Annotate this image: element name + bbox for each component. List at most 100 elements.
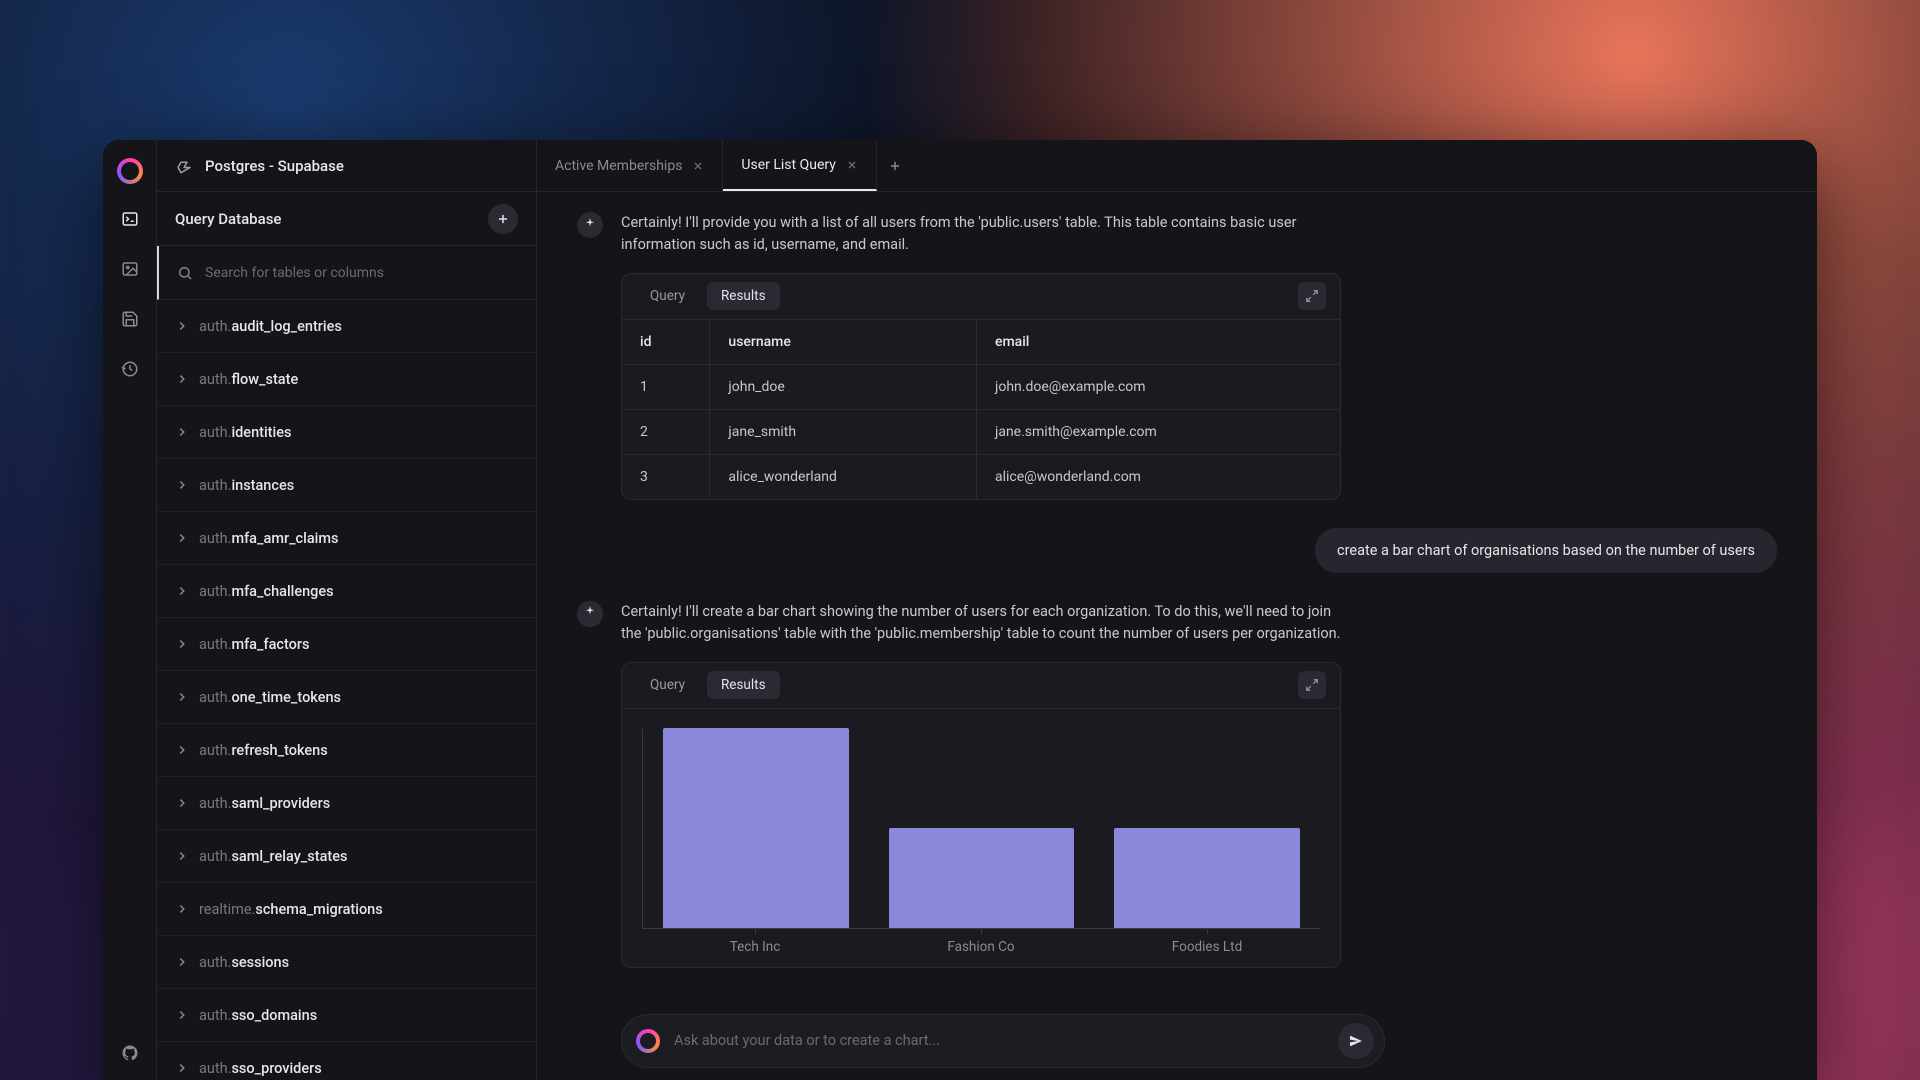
table-name: saml_relay_states (231, 848, 347, 865)
editor-tab[interactable]: Active Memberships (537, 140, 723, 191)
table-name: identities (231, 424, 291, 441)
expand-button[interactable] (1298, 671, 1326, 699)
editor-tab[interactable]: User List Query (723, 140, 876, 191)
card-tab-query[interactable]: Query (636, 671, 699, 699)
search-row (157, 246, 536, 300)
schema-prefix: realtime. (199, 901, 255, 918)
chart-label: Fashion Co (888, 939, 1074, 955)
section-header: Query Database (157, 192, 536, 246)
schema-prefix: auth. (199, 1060, 231, 1077)
table-name: instances (231, 477, 294, 494)
bar-chart: Tech IncFashion CoFoodies Ltd (622, 709, 1340, 967)
assistant-message: Certainly! I'll provide you with a list … (537, 212, 1817, 528)
table-cell: john.doe@example.com (976, 364, 1340, 409)
terminal-icon[interactable] (115, 204, 145, 234)
assistant-message: Certainly! I'll create a bar chart showi… (537, 601, 1817, 996)
user-message: create a bar chart of organisations base… (1315, 528, 1777, 573)
chart-bar (889, 828, 1075, 928)
chevron-right-icon (175, 478, 189, 492)
history-icon[interactable] (115, 354, 145, 384)
schema-prefix: auth. (199, 371, 231, 388)
schema-prefix: auth. (199, 530, 231, 547)
sidebar: Postgres - Supabase Query Database auth.… (157, 140, 537, 1080)
sparkle-icon (583, 604, 597, 623)
tree-item[interactable]: auth.one_time_tokens (157, 671, 536, 724)
schema-prefix: auth. (199, 583, 231, 600)
tree-item[interactable]: auth.mfa_factors (157, 618, 536, 671)
table-name: sso_providers (231, 1060, 321, 1077)
results-table: idusernameemail1john_doejohn.doe@example… (622, 320, 1340, 499)
table-cell: alice_wonderland (710, 454, 977, 499)
tree-item[interactable]: realtime.schema_migrations (157, 883, 536, 936)
database-icon (175, 157, 193, 175)
chevron-right-icon (175, 372, 189, 386)
table-name: sso_domains (231, 1007, 317, 1024)
card-tab-query[interactable]: Query (636, 282, 699, 310)
schema-prefix: auth. (199, 689, 231, 706)
chevron-right-icon (175, 531, 189, 545)
prompt-box (621, 1014, 1385, 1068)
table-cell: john_doe (710, 364, 977, 409)
table-header: username (710, 320, 977, 365)
card-tab-bar: Query Results (622, 274, 1340, 320)
connection-name: Postgres - Supabase (205, 157, 344, 175)
assistant-text: Certainly! I'll create a bar chart showi… (621, 601, 1341, 646)
tree-item[interactable]: auth.mfa_challenges (157, 565, 536, 618)
table-name: mfa_factors (231, 636, 309, 653)
new-query-button[interactable] (488, 204, 518, 234)
expand-button[interactable] (1298, 282, 1326, 310)
tree-item[interactable]: auth.identities (157, 406, 536, 459)
table-cell: 2 (622, 409, 710, 454)
tree-item[interactable]: auth.instances (157, 459, 536, 512)
tree-item[interactable]: auth.sso_providers (157, 1042, 536, 1080)
tree-item[interactable]: auth.refresh_tokens (157, 724, 536, 777)
new-tab-button[interactable] (877, 140, 913, 191)
chevron-right-icon (175, 1061, 189, 1075)
table-name: schema_migrations (255, 901, 382, 918)
app-logo-icon (117, 158, 143, 184)
schema-prefix: auth. (199, 954, 231, 971)
table-header: id (622, 320, 710, 365)
card-tab-results[interactable]: Results (707, 671, 780, 699)
card-tab-bar: Query Results (622, 663, 1340, 709)
close-icon[interactable] (692, 160, 704, 172)
user-message-row: create a bar chart of organisations base… (537, 528, 1817, 601)
prompt-row (537, 996, 1817, 1068)
table-name: one_time_tokens (231, 689, 341, 706)
card-tab-results[interactable]: Results (707, 282, 780, 310)
chevron-right-icon (175, 796, 189, 810)
schema-prefix: auth. (199, 636, 231, 653)
chevron-right-icon (175, 743, 189, 757)
table-tree: auth.audit_log_entriesauth.flow_stateaut… (157, 300, 536, 1080)
table-name: flow_state (231, 371, 298, 388)
chevron-right-icon (175, 902, 189, 916)
search-icon (177, 265, 193, 281)
tree-item[interactable]: auth.saml_providers (157, 777, 536, 830)
result-card: Query Results idusernameemail1john_doejo… (621, 273, 1341, 500)
chevron-right-icon (175, 637, 189, 651)
table-name: saml_providers (231, 795, 330, 812)
github-icon[interactable] (115, 1038, 145, 1068)
tree-item[interactable]: auth.saml_relay_states (157, 830, 536, 883)
close-icon[interactable] (846, 159, 858, 171)
tab-label: Active Memberships (555, 158, 682, 174)
prompt-input[interactable] (674, 1032, 1324, 1049)
table-name: audit_log_entries (231, 318, 341, 335)
image-icon[interactable] (115, 254, 145, 284)
tree-item[interactable]: auth.sso_domains (157, 989, 536, 1042)
search-input[interactable] (205, 265, 518, 281)
table-cell: jane_smith (710, 409, 977, 454)
prompt-logo-icon (636, 1029, 660, 1053)
tree-item[interactable]: auth.sessions (157, 936, 536, 989)
assistant-avatar (577, 601, 603, 627)
tab-label: User List Query (741, 157, 835, 173)
tree-item[interactable]: auth.audit_log_entries (157, 300, 536, 353)
connection-titlebar: Postgres - Supabase (157, 140, 536, 192)
table-name: refresh_tokens (231, 742, 327, 759)
tree-item[interactable]: auth.flow_state (157, 353, 536, 406)
tree-item[interactable]: auth.mfa_amr_claims (157, 512, 536, 565)
chevron-right-icon (175, 319, 189, 333)
schema-prefix: auth. (199, 477, 231, 494)
send-button[interactable] (1338, 1023, 1374, 1059)
save-icon[interactable] (115, 304, 145, 334)
